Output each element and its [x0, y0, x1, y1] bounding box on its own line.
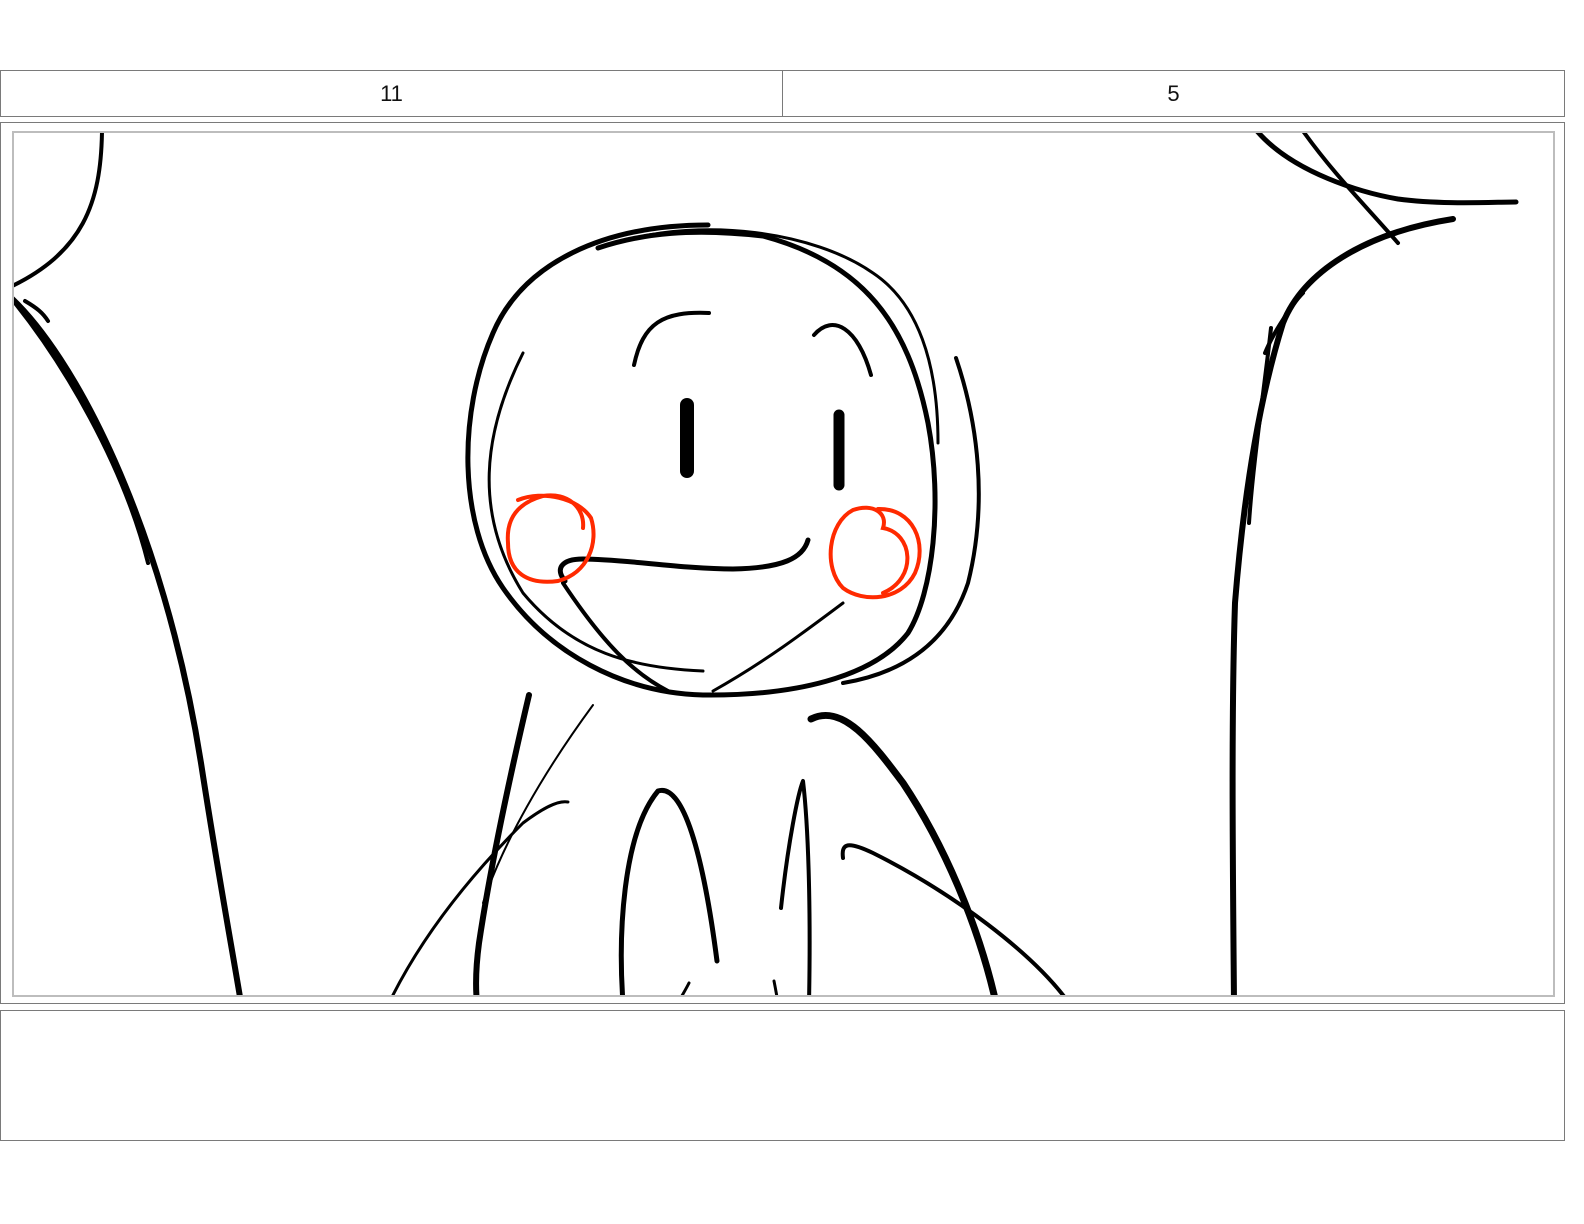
storyboard-panel: [0, 122, 1565, 1004]
panel-notes[interactable]: [0, 1010, 1565, 1141]
right-eyebrow: [812, 323, 873, 377]
panel-drawing-area: [12, 131, 1555, 997]
scene-number: 11: [380, 80, 403, 106]
left-cheek-blush: [505, 493, 596, 584]
right-tree: [1229, 133, 1519, 995]
left-eyebrow: [632, 310, 711, 367]
character-head: [465, 222, 981, 698]
panel-number: 5: [782, 71, 1564, 116]
character-body: [473, 692, 998, 995]
left-tree: [14, 133, 243, 995]
panel-header: 11 5: [0, 70, 1565, 117]
right-arm: [840, 843, 1066, 995]
right-cheek-blush: [828, 505, 922, 600]
mouth: [558, 537, 845, 693]
blush-marks: [505, 493, 922, 600]
character-sketch: [14, 133, 1519, 995]
